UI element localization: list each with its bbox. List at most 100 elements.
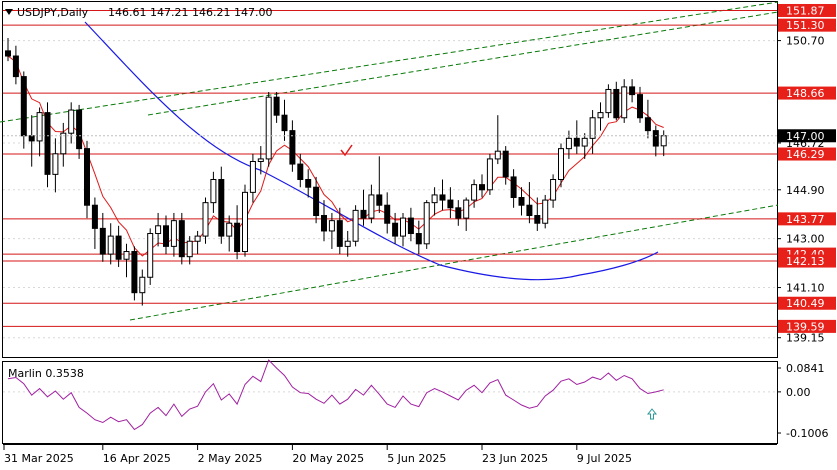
candle-body xyxy=(550,179,557,201)
price-tick-label: 141.10 xyxy=(786,282,825,295)
candle-body xyxy=(186,240,193,258)
level-tag-label: 146.29 xyxy=(786,148,825,161)
candle-body xyxy=(115,235,122,260)
time-tick-label: 23 Jun 2025 xyxy=(482,452,548,465)
candle-body xyxy=(344,240,351,247)
time-tick-label: 20 May 2025 xyxy=(292,452,364,465)
oscillator-tick-label: 0.0841 xyxy=(786,362,825,375)
candle-body xyxy=(336,220,343,247)
candle-body xyxy=(202,202,209,237)
candle-body xyxy=(68,109,75,134)
candle-body xyxy=(305,179,312,188)
candle-body xyxy=(447,199,454,209)
candle-body xyxy=(76,109,83,150)
candle-body xyxy=(265,96,272,160)
candle-body xyxy=(20,76,27,137)
candle-body xyxy=(455,207,462,219)
time-tick-label: 2 May 2025 xyxy=(198,452,263,465)
price-panel xyxy=(2,1,778,358)
candle-body xyxy=(534,215,541,224)
candle-body xyxy=(60,132,67,155)
candle-body xyxy=(234,222,241,253)
candle-body xyxy=(660,135,667,147)
candle-body xyxy=(463,199,470,219)
time-tick-label: 9 Jul 2025 xyxy=(577,452,632,465)
candle-body xyxy=(249,160,256,193)
candle-body xyxy=(28,135,35,142)
candle-body xyxy=(210,179,217,204)
candle-body xyxy=(352,209,359,242)
candle-body xyxy=(573,137,580,147)
time-tick-label: 16 Apr 2025 xyxy=(103,452,171,465)
candle-body xyxy=(486,158,493,191)
level-tag-label: 151.87 xyxy=(786,4,825,17)
oscillator-axis: 0.0841 0.00 -0.1006 xyxy=(777,362,828,440)
candle-body xyxy=(597,112,604,119)
chart-svg: USDJPY,Daily 146.61 147.21 146.21 147.00… xyxy=(0,1,836,465)
candle-body xyxy=(376,194,383,206)
candle-body xyxy=(644,117,651,132)
chart-header: USDJPY,Daily 146.61 147.21 146.21 147.00 xyxy=(5,6,272,19)
candle-body xyxy=(494,150,501,160)
candle-body xyxy=(392,222,399,237)
price-tick-label: 144.90 xyxy=(786,184,825,197)
candle-body xyxy=(170,220,177,247)
ohlc-label: 146.61 147.21 146.21 147.00 xyxy=(108,6,272,19)
level-tag-label: 151.30 xyxy=(786,19,825,32)
oscillator-tick-label: -0.1006 xyxy=(786,427,828,440)
candle-body xyxy=(384,204,391,224)
candle-body xyxy=(400,217,406,237)
candle-body xyxy=(510,176,517,199)
candle-body xyxy=(565,137,572,150)
candle-body xyxy=(44,112,51,175)
level-tag-label: 143.77 xyxy=(786,213,825,226)
price-tick-label: 150.70 xyxy=(786,35,825,48)
candle-body xyxy=(131,251,138,294)
candle-body xyxy=(526,204,533,217)
candle-body xyxy=(415,233,422,245)
candle-body xyxy=(431,194,438,204)
candle-body xyxy=(5,50,11,57)
time-tick-label: 5 Jun 2025 xyxy=(387,452,446,465)
candle-body xyxy=(629,86,636,96)
candle-body xyxy=(257,158,264,162)
candle-body xyxy=(139,276,146,294)
time-tick-label: 31 Mar 2025 xyxy=(4,452,74,465)
candle-body xyxy=(178,220,185,258)
candle-body xyxy=(84,148,90,206)
candle-body xyxy=(163,225,169,247)
candle-body xyxy=(107,235,114,255)
candle-body xyxy=(226,222,233,237)
candle-body xyxy=(99,227,106,255)
candle-body xyxy=(328,220,335,232)
candle-body xyxy=(581,137,588,147)
candle-body xyxy=(423,202,430,245)
candle-body xyxy=(52,153,59,175)
candle-body xyxy=(297,163,304,180)
candle-body xyxy=(155,225,162,235)
candle-body xyxy=(613,88,620,119)
candle-body xyxy=(502,150,509,178)
candle-body xyxy=(281,114,288,132)
candle-body xyxy=(368,194,375,219)
candle-body xyxy=(273,96,280,116)
candle-body xyxy=(91,204,98,229)
price-tick-label: 143.00 xyxy=(786,233,825,246)
candle-body xyxy=(242,191,248,253)
price-tick-label: 139.15 xyxy=(786,332,825,345)
candle-body xyxy=(605,88,612,114)
candle-body xyxy=(589,117,596,139)
oscillator-tick-label: 0.00 xyxy=(786,386,811,399)
candle-body xyxy=(558,148,564,180)
oscillator-label: Marlin 0.3538 xyxy=(8,367,84,380)
candle-body xyxy=(621,86,628,119)
candle-body xyxy=(218,179,225,237)
candle-body xyxy=(313,186,320,217)
candle-body xyxy=(439,194,446,201)
candle-body xyxy=(123,251,130,260)
symbol-label: USDJPY,Daily xyxy=(17,6,89,19)
candle-body xyxy=(479,184,485,191)
level-tag-label: 140.49 xyxy=(786,297,825,310)
candle-body xyxy=(147,233,154,278)
candle-body xyxy=(652,130,659,147)
